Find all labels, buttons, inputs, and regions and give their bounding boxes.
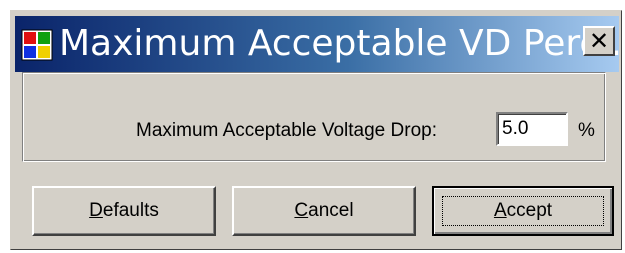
- accept-button[interactable]: Accept: [432, 186, 614, 236]
- percent-unit-label: %: [578, 120, 595, 141]
- defaults-button-label: Defaults: [89, 200, 159, 221]
- cancel-button-label: Cancel: [294, 200, 354, 221]
- voltage-drop-input[interactable]: [496, 112, 568, 146]
- window-title: Maximum Acceptable VD Perc...: [59, 23, 625, 64]
- app-window-icon: [21, 29, 53, 61]
- accept-button-label: Accept: [493, 200, 553, 221]
- close-button[interactable]: ✕: [583, 26, 615, 56]
- close-icon: ✕: [588, 27, 610, 55]
- defaults-button[interactable]: Defaults: [32, 186, 216, 236]
- voltage-drop-label: Maximum Acceptable Voltage Drop:: [136, 120, 437, 141]
- cancel-button[interactable]: Cancel: [232, 186, 416, 236]
- title-bar[interactable]: Maximum Acceptable VD Perc... ✕: [15, 16, 625, 72]
